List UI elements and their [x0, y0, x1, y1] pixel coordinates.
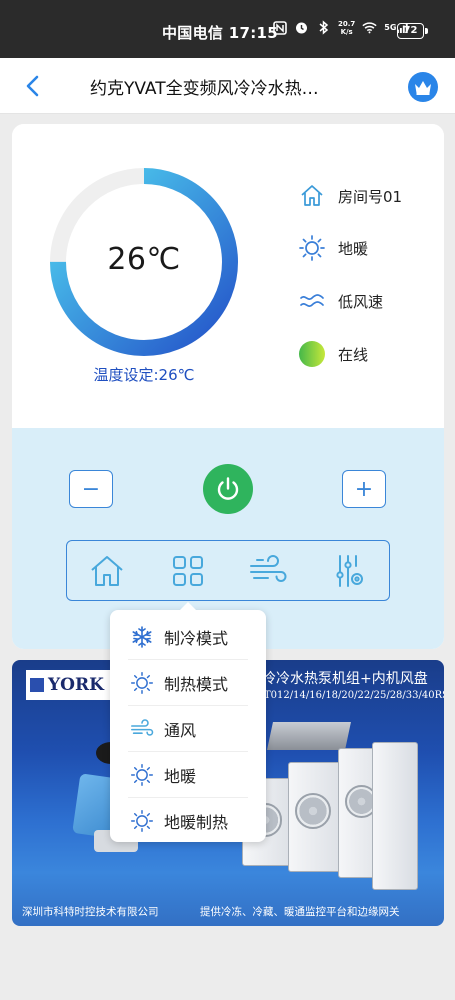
menu-item-label: 地暖 [164, 767, 197, 786]
mode-name: 地暖 [338, 239, 369, 258]
room-name: 房间号01 [338, 187, 403, 206]
fan-speed-info: 低风速 [298, 287, 383, 315]
sun-icon [130, 763, 154, 787]
menu-item-floor-heating[interactable]: 地暖 [110, 752, 266, 798]
online-status-icon [298, 340, 326, 368]
status-bar: 中国电信 17:15 20.7 K/s 5G 72 [0, 0, 455, 58]
alarm-icon [294, 19, 309, 36]
menu-item-floor-heating-plus[interactable]: 地暖制热 [110, 798, 266, 844]
wifi-icon [362, 19, 377, 36]
power-button[interactable] [203, 464, 253, 514]
settings-sliders-icon [336, 554, 363, 587]
home-icon [298, 182, 326, 210]
page-title: 约克YVAT全变频风冷冷水热… [90, 79, 319, 99]
status-icons: 20.7 K/s 5G [272, 19, 409, 36]
menu-item-ventilation[interactable]: 通风 [110, 706, 266, 752]
banner-models: T012/14/16/18/20/22/25/28/33/40RSE [264, 690, 444, 701]
menu-item-label: 制冷模式 [164, 629, 229, 648]
fan-speed: 低风速 [338, 292, 384, 311]
function-toolbar [66, 540, 390, 601]
duct-unit-image [267, 722, 351, 750]
device-card: 26℃ 温度设定:26℃ 房间号01 地暖 低风速 在线 − + [12, 124, 444, 649]
sun-icon [298, 234, 326, 262]
net-speed: 20.7 K/s [338, 19, 356, 36]
card-top-section: 26℃ 温度设定:26℃ 房间号01 地暖 低风速 在线 [12, 124, 444, 428]
room-info: 房间号01 [298, 182, 402, 210]
nav-bar: 约克YVAT全变频风冷冷水热… [0, 58, 455, 114]
power-icon [217, 477, 239, 500]
vip-button[interactable] [408, 72, 438, 102]
crown-icon [415, 81, 431, 95]
banner-headline: 冷冷水热泵机组+内机风盘 [262, 671, 428, 687]
battery-indicator: 72 [397, 23, 428, 39]
fan-button[interactable] [246, 549, 290, 593]
menu-item-label: 通风 [164, 721, 197, 740]
snowflake-icon [130, 625, 154, 649]
menu-item-heating[interactable]: 制热模式 [110, 660, 266, 706]
menu-item-label: 制热模式 [164, 675, 229, 694]
wind-icon [130, 717, 154, 741]
chevron-left-icon [26, 75, 39, 97]
wind-icon [250, 554, 287, 582]
york-logo: YORK [26, 670, 110, 700]
current-temperature: 26℃ [107, 242, 181, 277]
settings-button[interactable] [327, 549, 371, 593]
menu-item-label: 地暖制热 [164, 813, 229, 832]
increase-temp-button[interactable]: + [342, 470, 386, 508]
home-icon [91, 555, 123, 586]
online-status: 在线 [298, 340, 368, 368]
mode-grid-button[interactable] [166, 549, 210, 593]
sun-icon [130, 671, 154, 695]
mode-info: 地暖 [298, 234, 368, 262]
nfc-icon [272, 19, 287, 36]
wave-icon [298, 287, 326, 315]
bluetooth-icon [316, 19, 331, 36]
set-temperature-label: 温度设定:26℃ [93, 366, 195, 384]
back-button[interactable] [20, 72, 48, 100]
grid-icon [172, 555, 203, 586]
decrease-temp-button[interactable]: − [69, 470, 113, 508]
indoor-unit-image [372, 742, 418, 890]
mode-dropdown-menu: 制冷模式 制热模式 通风 地暖 地暖制热 [110, 602, 266, 844]
menu-item-cooling[interactable]: 制冷模式 [110, 614, 266, 660]
carrier-time: 中国电信 17:15 [162, 24, 278, 42]
sun-icon [130, 809, 154, 833]
home-button[interactable] [85, 549, 129, 593]
banner-company: 深圳市科特时控技术有限公司 [22, 906, 159, 918]
banner-slogan: 提供冷冻、冷藏、暖通监控平台和边缘网关 [200, 906, 400, 918]
status-text: 在线 [338, 345, 369, 364]
